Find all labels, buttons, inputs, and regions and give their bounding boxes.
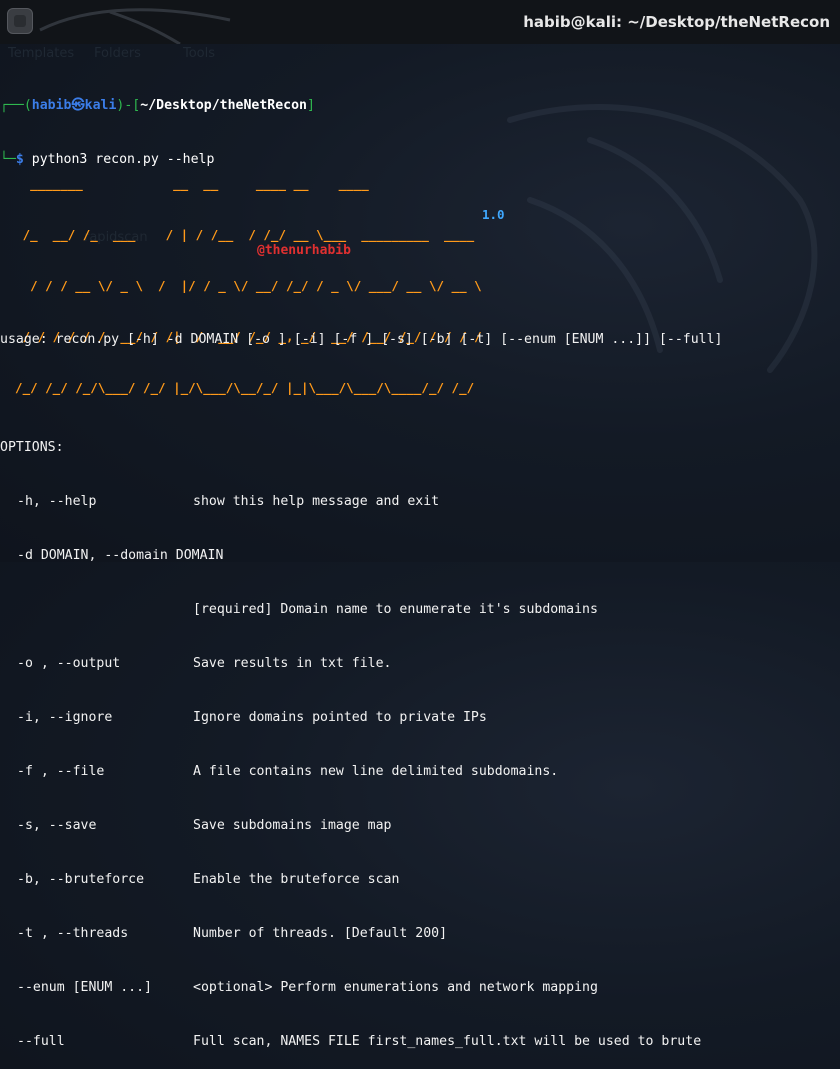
option-desc: A file contains new line delimited subdo… [193,764,559,779]
kali-dragon-icon [39,8,231,44]
prompt-host: kali [84,98,117,113]
prompt-close: ] [306,98,315,113]
version-label: 1.0 [482,207,505,222]
option-flag: -d DOMAIN, --domain DOMAIN [17,548,224,563]
option-row: -s, --save Save subdomains image map [0,817,723,835]
option-row: --enum [ENUM ...] <optional> Perform enum… [0,979,723,997]
terminal-titlebar[interactable]: habib@kali: ~/Desktop/theNetRecon [0,0,840,44]
prompt-mid: )-[ [116,98,141,113]
window-title: habib@kali: ~/Desktop/theNetRecon [523,13,830,31]
bg-desktop-label: Folders [94,46,141,61]
option-desc: Enable the bruteforce scan [193,872,400,887]
option-desc: [required] Domain name to enumerate it's… [193,602,598,617]
option-desc: show this help message and exit [193,494,440,509]
option-flag: -i, --ignore [17,710,113,725]
help-output: usage: recon.py [-h] -d DOMAIN [-o ] [-i… [0,295,723,1069]
option-flag: -s, --save [17,818,97,833]
bg-desktop-label: Tools [183,46,216,61]
option-flag: --full [17,1034,65,1049]
option-flag: -h, --help [17,494,97,509]
prompt-line-1: ┌──(habib㉿kali)-[~/Desktop/theNetRecon] [0,97,840,115]
option-flag: --enum [ENUM ...] [17,980,152,995]
option-desc: Number of threads. [Default 200] [193,926,448,941]
prompt-user: habib [31,98,72,113]
window-menu-button[interactable] [7,8,33,34]
option-flag: -b, --bruteforce [17,872,145,887]
option-desc: Ignore domains pointed to private IPs [193,710,487,725]
option-flag: -o , --output [17,656,121,671]
option-flag: -f , --file [17,764,105,779]
option-row: -d DOMAIN, --domain DOMAIN [0,547,723,565]
option-desc: Save results in txt file. [193,656,392,671]
option-flag: -t , --threads [17,926,129,941]
option-row: -h, --help show this help message and exi… [0,493,723,511]
option-row: -b, --bruteforce Enable the bruteforce sc… [0,871,723,889]
options-header: OPTIONS: [0,440,64,455]
prompt-open: ┌──( [0,98,32,113]
option-row: -t , --threads Number of threads. [Defaul… [0,925,723,943]
option-row: -i, --ignore Ignore domains pointed to pr… [0,709,723,727]
option-desc: Save subdomains image map [193,818,392,833]
author-handle: @thenurhabib [257,243,351,258]
bg-desktop-label: Templates [8,46,75,61]
option-desc: Full scan, NAMES FILE first_names_full.t… [193,1034,702,1049]
banner-line: / / / __ \/ _ \ / |/ / _ \/ __/ /_/ / _ … [0,278,482,293]
option-desc: <optional> Perform enumerations and netw… [193,980,598,995]
banner-line: /_ __/ /_ ___ / | / /__ / /_/ __ \___ __… [0,227,475,242]
banner-line: _______ __ __ ____ __ ____ [0,176,369,191]
option-row: [required] Domain name to enumerate it's… [0,601,723,619]
prompt-at-symbol: ㉿ [71,98,85,113]
prompt-path: ~/Desktop/theNetRecon [140,98,307,113]
option-row: --full Full scan, NAMES FILE first_names_… [0,1033,723,1051]
option-row: -f , --file A file contains new line deli… [0,763,723,781]
option-row: -o , --output Save results in txt file. [0,655,723,673]
usage-line: usage: recon.py [-h] -d DOMAIN [-o ] [-i… [0,332,723,347]
